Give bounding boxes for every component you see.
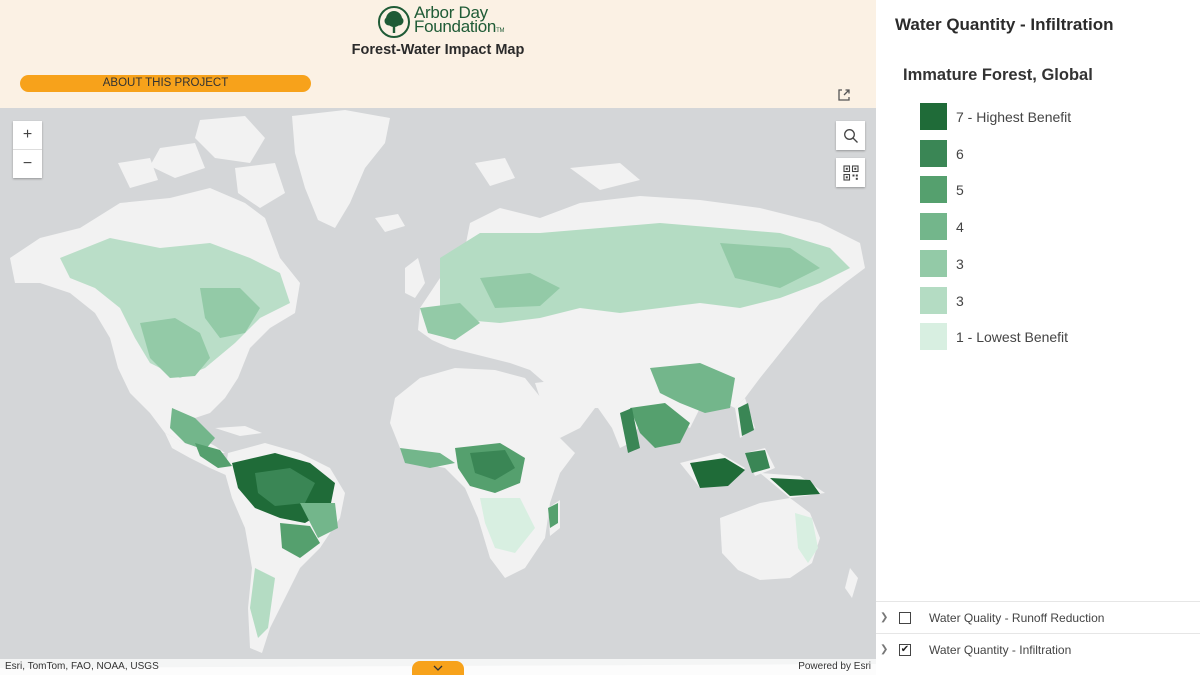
zoom-in-button[interactable]: + [13, 121, 42, 149]
legend-item: 3 [920, 250, 964, 277]
world-map-graphic [0, 108, 876, 675]
legend-label: 3 [956, 292, 964, 309]
legend-item: 1 - Lowest Benefit [920, 323, 1068, 350]
tree-logo-icon [378, 6, 410, 38]
attribution-sources: Esri, TomTom, FAO, NOAA, USGS [5, 661, 159, 672]
layer-checkbox[interactable]: ✔ [899, 643, 911, 656]
layer-label: Water Quantity - Infiltration [929, 642, 1072, 657]
legend-swatch [920, 176, 947, 203]
header: Arbor Day FoundationTM Forest-Water Impa… [0, 0, 876, 108]
share-icon[interactable] [836, 87, 852, 103]
qr-code-button[interactable] [836, 158, 865, 187]
legend-label: 1 - Lowest Benefit [956, 328, 1069, 345]
chevron-down-icon [433, 665, 443, 671]
zoom-controls: + − [13, 121, 42, 178]
layer-row-infiltration[interactable]: ❯ ✔ Water Quantity - Infiltration [876, 633, 1200, 665]
logo-trademark: TM [496, 28, 505, 34]
legend-label: 5 [956, 181, 964, 198]
legend-label: 6 [956, 145, 964, 162]
legend-panel: Water Quantity - Infiltration Immature F… [876, 0, 1200, 675]
legend-item: 7 - Highest Benefit [920, 103, 1071, 130]
legend-heading: Immature Forest, Global [903, 66, 1093, 84]
legend-swatch [920, 103, 947, 130]
about-project-button[interactable]: ABOUT THIS PROJECT [20, 75, 311, 92]
legend-swatch [920, 250, 947, 277]
chevron-right-icon[interactable]: ❯ [880, 644, 888, 655]
legend-label: 7 - Highest Benefit [956, 108, 1072, 125]
world-map[interactable]: + − Esri, TomTom, FAO, NOAA, USGS Powere… [0, 108, 876, 675]
layer-checkbox[interactable] [899, 611, 911, 624]
legend-swatch [920, 323, 947, 350]
layer-row-runoff-reduction[interactable]: ❯ Water Quality - Runoff Reduction [876, 601, 1200, 633]
powered-by-esri[interactable]: Powered by Esri [798, 659, 871, 675]
legend-label: 3 [956, 255, 964, 272]
page-title: Forest-Water Impact Map [351, 42, 525, 58]
arbor-day-logo: Arbor Day FoundationTM [378, 4, 505, 38]
app-area: Arbor Day FoundationTM Forest-Water Impa… [0, 0, 876, 675]
legend-item: 3 [920, 287, 964, 314]
legend-item: 4 [920, 213, 964, 240]
logo-line-2-text: Foundation [414, 17, 497, 36]
legend-item: 6 [920, 140, 964, 167]
layer-label: Water Quality - Runoff Reduction [929, 610, 1105, 625]
legend-swatch [920, 140, 947, 167]
panel-title: Water Quantity - Infiltration [895, 15, 1114, 34]
legend-swatch [920, 287, 947, 314]
legend-label: 4 [956, 218, 964, 235]
zoom-out-button[interactable]: − [13, 149, 42, 177]
legend-swatch [920, 213, 947, 240]
search-button[interactable] [836, 121, 865, 150]
search-icon [843, 128, 858, 143]
chevron-right-icon[interactable]: ❯ [880, 612, 888, 623]
qr-code-icon [842, 164, 859, 181]
legend-item: 5 [920, 176, 964, 203]
collapse-toggle-button[interactable] [412, 661, 464, 675]
logo-text: Arbor Day FoundationTM [414, 4, 505, 38]
logo-line-2: FoundationTM [414, 17, 505, 38]
